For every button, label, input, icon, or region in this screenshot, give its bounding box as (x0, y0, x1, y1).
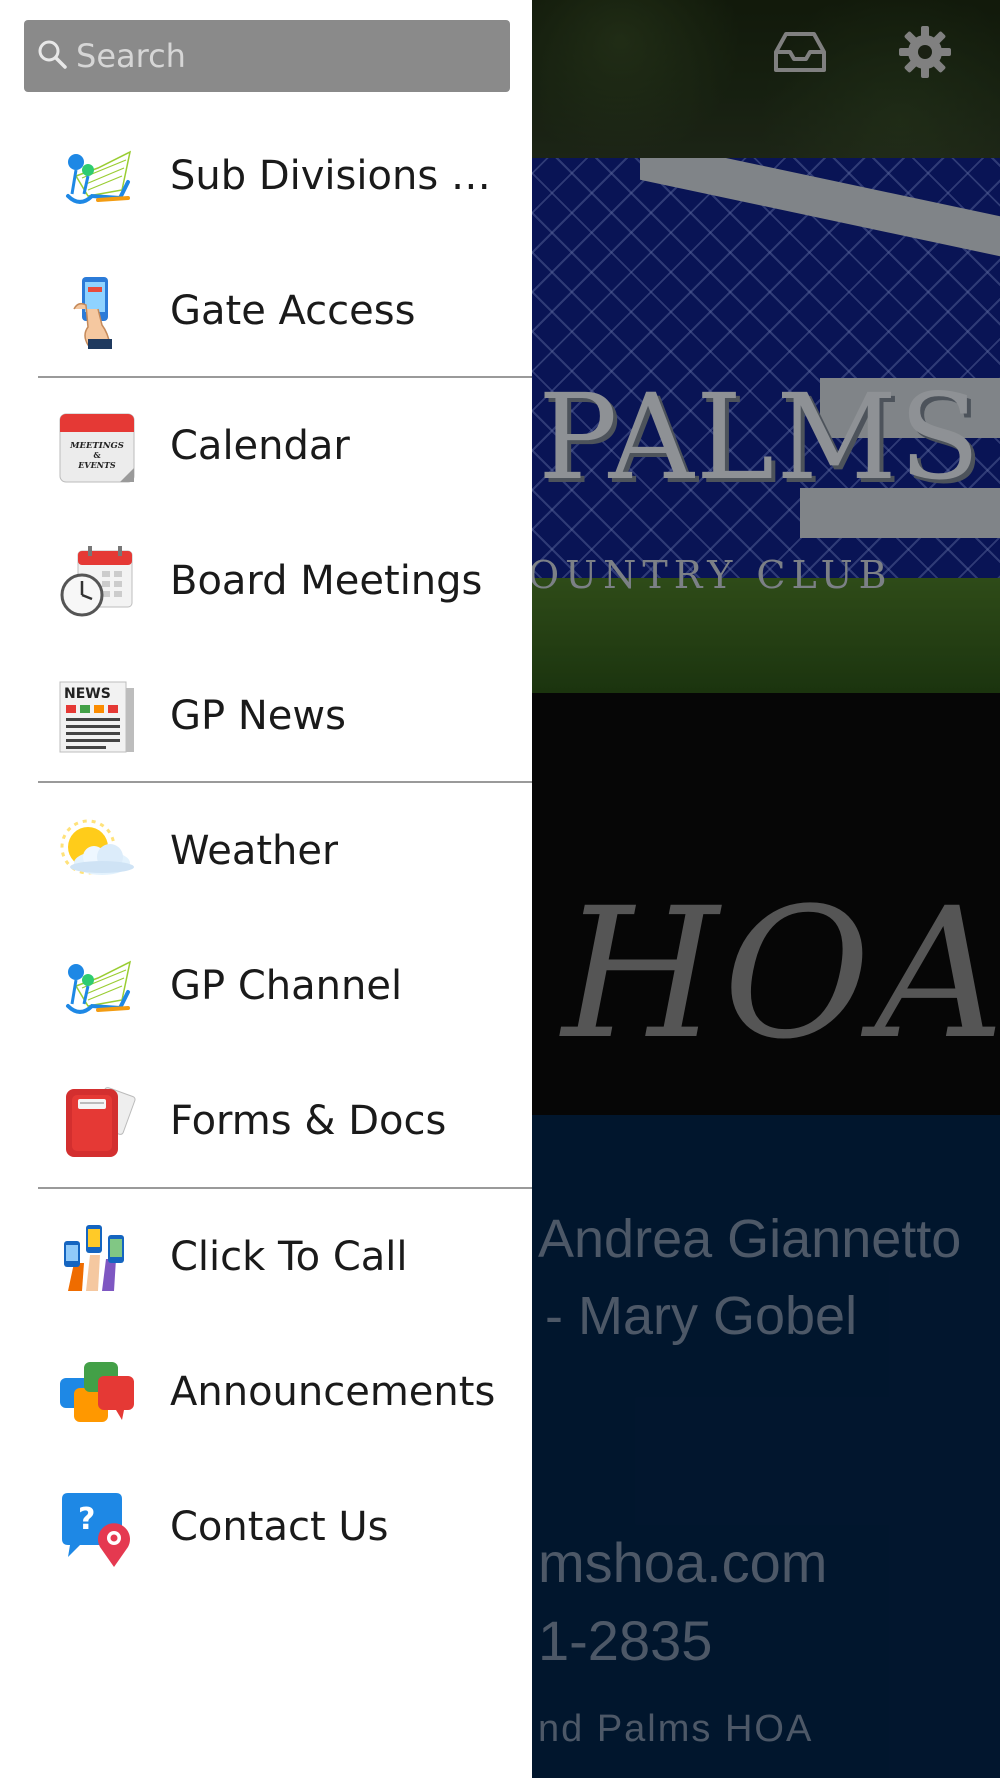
menu-item-gate-access[interactable]: Gate Access (0, 243, 532, 378)
menu-item-label: Calendar (170, 422, 350, 469)
menu-item-sub-divisions[interactable]: Sub Divisions C... (0, 108, 532, 243)
menu-item-label: Contact Us (170, 1503, 389, 1550)
menu-item-weather[interactable]: Weather (0, 783, 532, 918)
menu-item-label: Gate Access (170, 287, 416, 334)
menu-item-label: GP Channel (170, 962, 403, 1009)
menu-item-label: GP News (170, 692, 346, 739)
menu-item-label: Forms & Docs (170, 1097, 447, 1144)
menu-item-label: Click To Call (170, 1233, 408, 1280)
news-icon-text: NEWS (64, 686, 111, 702)
gate-access-phone-icon (58, 273, 136, 351)
menu-item-forms-docs[interactable]: Forms & Docs (0, 1053, 532, 1188)
svg-text:?: ? (78, 1502, 95, 1537)
search-input[interactable] (76, 37, 496, 75)
search-icon (34, 36, 70, 76)
channel-icon (58, 948, 136, 1026)
menu-item-gp-channel[interactable]: GP Channel (0, 918, 532, 1053)
menu-item-label: Board Meetings (170, 557, 483, 604)
menu-item-label: Sub Divisions C... (170, 152, 510, 199)
newspaper-icon: NEWS (58, 678, 136, 756)
calendar-meetings-events-icon: MEETINGS & EVENTS (58, 408, 136, 486)
board-meetings-clock-calendar-icon (58, 543, 136, 621)
chat-bubbles-icon (58, 1354, 136, 1432)
hands-phones-icon (58, 1219, 136, 1297)
menu-item-contact-us[interactable]: ? Contact Us (0, 1459, 532, 1594)
menu-item-click-to-call[interactable]: Click To Call (0, 1189, 532, 1324)
navigation-drawer: Sub Divisions C... Gate Access MEETINGS … (0, 0, 532, 1778)
menu-item-calendar[interactable]: MEETINGS & EVENTS Calendar (0, 378, 532, 513)
question-location-icon: ? (58, 1489, 136, 1567)
menu-item-label: Announcements (170, 1368, 496, 1415)
menu-item-gp-news[interactable]: NEWS GP News (0, 648, 532, 783)
svg-text:&: & (93, 450, 101, 460)
menu-item-board-meetings[interactable]: Board Meetings (0, 513, 532, 648)
sun-cloud-icon (58, 813, 136, 891)
sub-divisions-icon (58, 138, 136, 216)
menu-item-label: Weather (170, 827, 339, 874)
search-bar[interactable] (24, 20, 510, 92)
red-folder-icon (58, 1083, 136, 1161)
svg-text:EVENTS: EVENTS (77, 460, 116, 470)
menu-item-announcements[interactable]: Announcements (0, 1324, 532, 1459)
